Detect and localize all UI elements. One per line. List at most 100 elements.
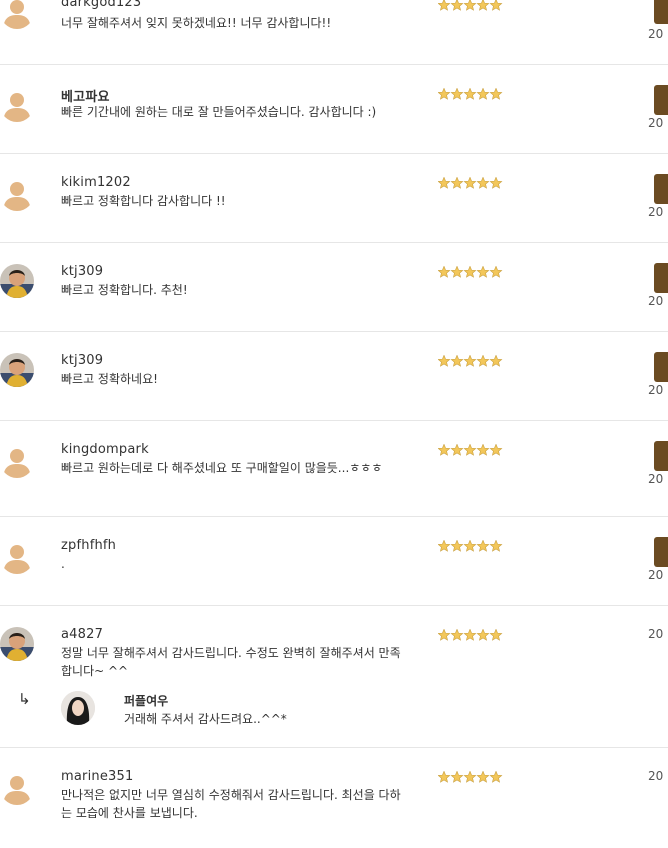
star-icon [438,88,451,100]
star-icon [450,88,464,100]
star-rating [438,771,504,783]
review-item: ktj309 빠르고 정확하네요! 20 [0,332,668,421]
review-username[interactable]: a4827 [61,627,103,642]
star-icon [438,444,451,456]
review-item: kingdompark 빠르고 원하는데로 다 해주셨네요 또 구매할일이 많을… [0,421,668,517]
review-list: darkgod123 너무 잘해주셔서 잊지 못하겠네요!! 너무 감사합니다!… [0,0,668,848]
review-action-button[interactable] [654,174,668,204]
user-avatar-icon [0,0,34,29]
review-comment: 빠르고 정확합니다. 추천! [61,283,188,297]
review-comment: . [61,557,65,571]
review-action-button[interactable] [654,441,668,471]
star-icon [463,771,477,783]
review-date: 20 [648,294,664,308]
star-icon [438,629,451,641]
user-avatar-icon [0,540,34,574]
review-username[interactable]: darkgod123 [61,0,141,10]
star-icon [476,540,490,552]
star-rating [438,266,504,278]
star-rating [438,355,504,367]
review-username[interactable]: marine351 [61,769,133,784]
star-icon [450,177,464,189]
star-icon [463,444,477,456]
review-date: 20 [648,627,664,641]
review-username[interactable]: ktj309 [61,353,103,368]
star-icon [463,88,477,100]
star-icon [489,540,503,552]
review-comment: 빠른 기간내에 원하는 대로 잘 만들어주셨습니다. 감사합니다 :) [61,105,377,119]
review-action-button[interactable] [654,85,668,115]
star-icon [450,540,464,552]
star-icon [489,266,503,278]
review-action-button[interactable] [654,352,668,382]
star-icon [489,771,503,783]
star-icon [476,0,490,11]
star-icon [450,444,464,456]
review-date: 20 [648,568,664,582]
review-comment: 만나적은 없지만 너무 열심히 수정해줘서 감사드립니다. 최선을 다하는 모습… [61,788,401,820]
review-username[interactable]: kingdompark [61,442,149,457]
star-icon [476,629,490,641]
star-icon [463,540,477,552]
review-username[interactable]: zpfhfhfh [61,538,116,553]
star-icon [438,355,451,367]
star-icon [476,88,490,100]
star-rating [438,444,504,456]
star-icon [463,0,477,11]
star-rating [438,88,504,100]
review-comment: 빠르고 원하는데로 다 해주셨네요 또 구매할일이 많을듯...ㅎㅎㅎ [61,461,383,475]
seller-reply-text: 거래해 주셔서 감사드려요..^^* [124,712,287,726]
review-item: marine351 만나적은 없지만 너무 열심히 수정해줘서 감사드립니다. … [0,748,668,848]
seller-reply-name: 퍼플여우 [124,694,169,708]
star-icon [489,444,503,456]
user-avatar-icon [0,444,34,478]
star-icon [489,0,503,11]
star-icon [476,177,490,189]
star-icon [450,266,464,278]
review-comment: 정말 너무 잘해주셔서 감사드립니다. 수정도 완벽히 잘해주셔서 만족합니다~… [61,646,401,678]
review-action-button[interactable] [654,0,668,24]
review-action-button[interactable] [654,537,668,567]
user-avatar-icon [0,353,34,387]
star-rating [438,177,504,189]
review-date: 20 [648,769,664,783]
star-icon [438,771,451,783]
star-icon [438,540,451,552]
star-icon [438,266,451,278]
star-icon [476,355,490,367]
star-icon [438,0,451,11]
review-username[interactable]: ktj309 [61,264,103,279]
review-action-button[interactable] [654,263,668,293]
review-item: zpfhfhfh . 20 [0,517,668,606]
user-avatar-icon [0,88,34,122]
review-item: darkgod123 너무 잘해주셔서 잊지 못하겠네요!! 너무 감사합니다!… [0,0,668,65]
star-rating [438,0,504,11]
review-item: a4827 정말 너무 잘해주셔서 감사드립니다. 수정도 완벽히 잘해주셔서 … [0,606,668,748]
review-item: kikim1202 빠르고 정확합니다 감사합니다 !! 20 [0,154,668,243]
review-comment: 너무 잘해주셔서 잊지 못하겠네요!! 너무 감사합니다!! [61,16,332,30]
review-date: 20 [648,383,664,397]
star-icon [450,629,464,641]
star-rating [438,629,504,641]
star-icon [476,444,490,456]
star-icon [489,355,503,367]
user-avatar-icon [0,177,34,211]
star-icon [489,629,503,641]
star-icon [476,771,490,783]
star-icon [463,266,477,278]
review-item: ktj309 빠르고 정확합니다. 추천! 20 [0,243,668,332]
star-rating [438,540,504,552]
user-avatar-icon [0,771,34,805]
seller-avatar-icon [61,691,95,725]
review-date: 20 [648,472,664,486]
star-icon [489,88,503,100]
star-icon [489,177,503,189]
review-date: 20 [648,205,664,219]
review-username[interactable]: kikim1202 [61,175,131,190]
review-item: 베고파요 빠른 기간내에 원하는 대로 잘 만들어주셨습니다. 감사합니다 :)… [0,65,668,154]
star-icon [438,177,451,189]
star-icon [463,177,477,189]
user-avatar-icon [0,264,34,298]
review-date: 20 [648,27,664,41]
star-icon [463,355,477,367]
